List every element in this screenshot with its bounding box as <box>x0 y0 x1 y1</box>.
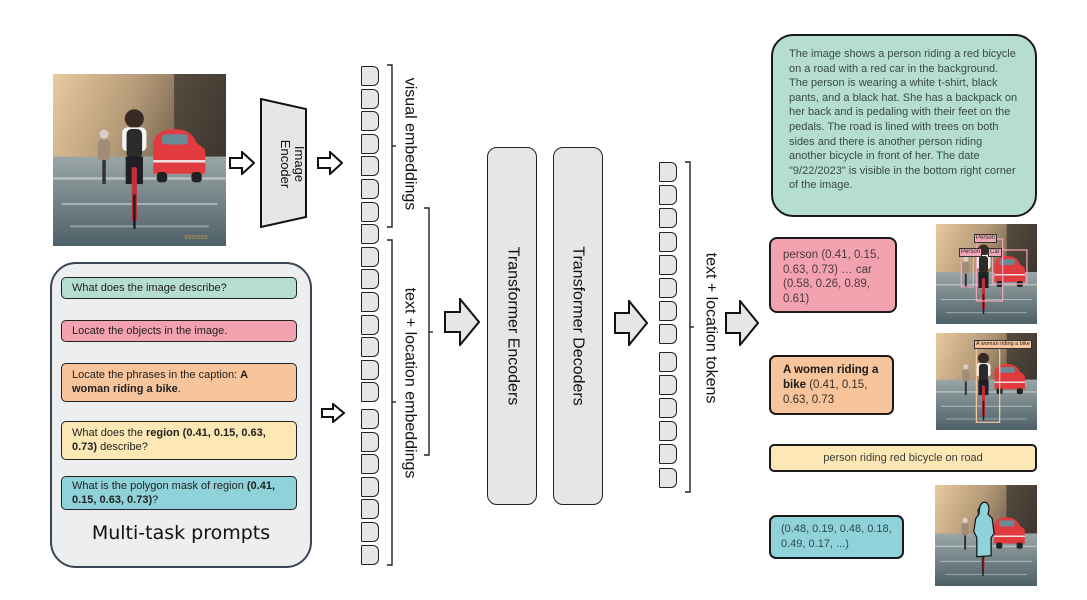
token-box <box>361 337 379 358</box>
prompt-text-part: Locate the phrases in the caption: <box>72 369 241 381</box>
polygon-result-image <box>935 485 1037 586</box>
token-box <box>361 476 379 497</box>
token-box <box>361 382 379 403</box>
detection-label-person: Person <box>959 248 983 257</box>
transformer-encoders-block: Transformer Encoders <box>487 147 537 505</box>
arrow-right-icon <box>317 151 343 175</box>
prompts-title: Multi-task prompts <box>91 522 271 544</box>
detection-label-car: Car <box>988 248 1002 257</box>
text-location-embeddings-label: text + location embeddings <box>401 287 419 479</box>
token-box <box>361 179 379 199</box>
prompt-text-part: What does the <box>72 427 146 439</box>
prompt-detect[interactable]: Locate the objects in the image. <box>61 320 297 342</box>
token-box <box>361 88 379 109</box>
token-box <box>659 351 677 372</box>
token-box <box>361 246 379 267</box>
prompt-text-part: Locate the objects in the image. <box>72 325 228 337</box>
token-box <box>361 454 379 475</box>
token-box <box>659 162 677 182</box>
token-box <box>659 324 677 345</box>
image-encoder-label: Image Encoder <box>278 139 308 189</box>
output-tokens-bracket <box>685 161 694 493</box>
token-box <box>361 522 379 542</box>
grounding-result-image: A woman riding a bike <box>936 333 1037 430</box>
arrow-right-icon <box>444 298 480 346</box>
token-box <box>361 359 379 380</box>
prompt-text-part: . <box>177 383 181 395</box>
token-box <box>659 208 677 229</box>
arrow-right-icon <box>321 403 345 423</box>
transformer-decoders-block: Transformer Decoders <box>553 147 603 505</box>
multi-task-prompts-panel: What does the image describe? Locate the… <box>50 262 312 568</box>
arrow-right-icon <box>229 151 255 175</box>
token-box <box>659 444 677 465</box>
token-box <box>361 156 379 177</box>
detection-label-person: Person <box>974 234 998 243</box>
caption-output: The image shows a person riding a red bi… <box>771 34 1037 217</box>
input-image: 9/22/2023 <box>53 74 226 246</box>
token-box <box>361 133 379 154</box>
token-box <box>659 421 677 442</box>
token-box <box>361 292 379 312</box>
token-box <box>659 398 677 418</box>
prompt-text-part: ? <box>152 494 159 506</box>
prompt-ground[interactable]: Locate the phrases in the caption: A wom… <box>61 363 297 402</box>
token-box <box>659 185 677 206</box>
token-box <box>361 431 379 452</box>
token-box <box>361 66 379 86</box>
text-location-tokens-label: text + location tokens <box>702 252 720 404</box>
visual-embeddings-label: visual embeddings <box>401 77 418 211</box>
token-box <box>361 499 379 520</box>
svg-text:9/22/2023: 9/22/2023 <box>184 235 207 241</box>
token-box <box>659 301 677 322</box>
token-box <box>659 254 677 275</box>
token-box <box>659 374 677 395</box>
prompt-text-part: What is the polygon mask of region <box>72 480 247 492</box>
token-box <box>361 409 379 429</box>
token-box <box>659 278 677 298</box>
token-box <box>361 544 379 565</box>
token-box <box>361 314 379 335</box>
token-box <box>361 224 379 245</box>
arrow-right-icon <box>614 300 648 346</box>
token-box <box>659 231 677 252</box>
token-box <box>361 111 379 132</box>
detection-result-image: Person Person Car <box>936 224 1037 324</box>
polygon-output: (0.48, 0.19, 0.48, 0.18, 0.49, 0.17, ...… <box>769 515 904 559</box>
token-box <box>361 201 379 222</box>
arrow-right-icon <box>725 300 759 346</box>
grounding-output: A women riding a bike (0.41, 0.15, 0.63,… <box>769 355 894 415</box>
grounding-label: A woman riding a bike <box>974 340 1032 349</box>
prompt-text-part: describe? <box>97 441 148 453</box>
prompt-text-part: What does the image describe? <box>72 282 227 294</box>
prompt-caption[interactable]: What does the image describe? <box>61 277 297 299</box>
token-box <box>361 269 379 290</box>
prompt-region[interactable]: What does the region (0.41, 0.15, 0.63, … <box>61 421 297 460</box>
region-caption-output: person riding red bicycle on road <box>769 444 1037 472</box>
detection-output: person (0.41, 0.15, 0.63, 0.73) … car (0… <box>769 237 897 313</box>
prompt-polygon[interactable]: What is the polygon mask of region (0.41… <box>61 476 297 510</box>
token-box <box>659 467 677 488</box>
